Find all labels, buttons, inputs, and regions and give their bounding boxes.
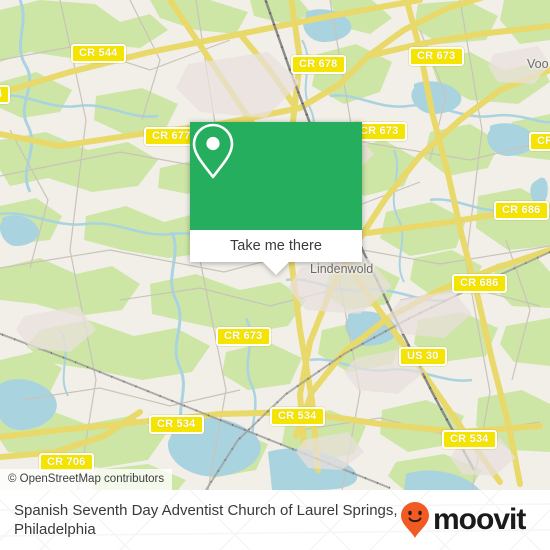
place-label-voorhees: Voo [527, 57, 549, 71]
moovit-wordmark: moovit [433, 503, 526, 536]
page-title: Spanish Seventh Day Adventist Church of … [14, 502, 398, 538]
road-shield: CR 686 [452, 274, 507, 293]
road-shield: CR [529, 132, 550, 151]
popup-header [190, 122, 362, 230]
road-shield: CR 534 [149, 415, 204, 434]
road-shield: CR 544 [71, 44, 126, 63]
map-attribution[interactable]: © OpenStreetMap contributors [0, 469, 173, 490]
screenshot-root: CR 544 CR 678 CR 673 CR 677 CR 673 CR 68… [0, 0, 550, 550]
road-shield: CR 673 [409, 47, 464, 66]
road-shield: CR 673 [216, 327, 271, 346]
map-pin-icon [192, 123, 234, 179]
moovit-logo[interactable]: moovit [400, 501, 526, 539]
bottom-info-bar: Spanish Seventh Day Adventist Church of … [0, 490, 550, 550]
road-shield: 4 [0, 85, 11, 104]
road-shield: CR 534 [442, 430, 497, 449]
road-shield: CR 686 [494, 201, 549, 220]
road-shield: CR 678 [291, 55, 346, 74]
road-shield: US 30 [399, 347, 447, 366]
take-me-there-label: Take me there [230, 238, 322, 254]
road-shield: CR 534 [270, 407, 325, 426]
place-label-lindenwold: Lindenwold [310, 262, 374, 276]
take-me-there-button[interactable]: Take me there [190, 230, 362, 262]
attribution-text: © OpenStreetMap contributors [8, 473, 165, 485]
map-canvas[interactable]: CR 544 CR 678 CR 673 CR 677 CR 673 CR 68… [0, 0, 550, 490]
moovit-smiley-pin-icon [401, 502, 429, 538]
map-popup-card[interactable]: Take me there [190, 122, 362, 275]
popup-tail-pointer [263, 262, 289, 275]
